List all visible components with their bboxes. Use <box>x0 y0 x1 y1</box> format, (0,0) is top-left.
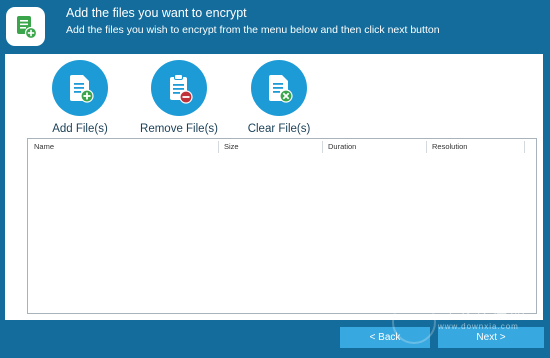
column-name[interactable]: Name <box>34 142 54 151</box>
remove-file-icon[interactable] <box>151 60 207 116</box>
add-files-button[interactable]: Add File(s) <box>30 60 130 135</box>
watermark-url: www.downxia.com <box>438 322 519 331</box>
page-subtitle: Add the files you wish to encrypt from t… <box>66 24 440 36</box>
encrypt-document-icon <box>16 15 37 39</box>
column-divider <box>322 141 323 153</box>
file-list-table[interactable]: Name Size Duration Resolution <box>27 138 537 314</box>
column-duration[interactable]: Duration <box>328 142 356 151</box>
header: Add the files you want to encrypt Add th… <box>0 0 550 48</box>
column-resolution[interactable]: Resolution <box>432 142 467 151</box>
clear-file-icon[interactable] <box>251 60 307 116</box>
watermark-logo <box>392 300 436 344</box>
file-panel: Add File(s) Remove File(s) Clear File(s)… <box>5 54 543 320</box>
watermark-text: 当下软件园 <box>438 305 529 322</box>
add-file-icon[interactable] <box>52 60 108 116</box>
remove-files-label: Remove File(s) <box>140 123 218 135</box>
remove-files-button[interactable]: Remove File(s) <box>129 60 229 135</box>
add-files-label: Add File(s) <box>52 123 108 135</box>
page-title: Add the files you want to encrypt <box>66 6 247 20</box>
column-divider <box>218 141 219 153</box>
app-logo <box>6 7 45 46</box>
column-divider <box>426 141 427 153</box>
table-header: Name Size Duration Resolution <box>28 139 536 155</box>
column-size[interactable]: Size <box>224 142 239 151</box>
clear-files-button[interactable]: Clear File(s) <box>229 60 329 135</box>
table-body[interactable] <box>28 155 536 311</box>
column-divider <box>524 141 525 153</box>
clear-files-label: Clear File(s) <box>247 123 311 135</box>
